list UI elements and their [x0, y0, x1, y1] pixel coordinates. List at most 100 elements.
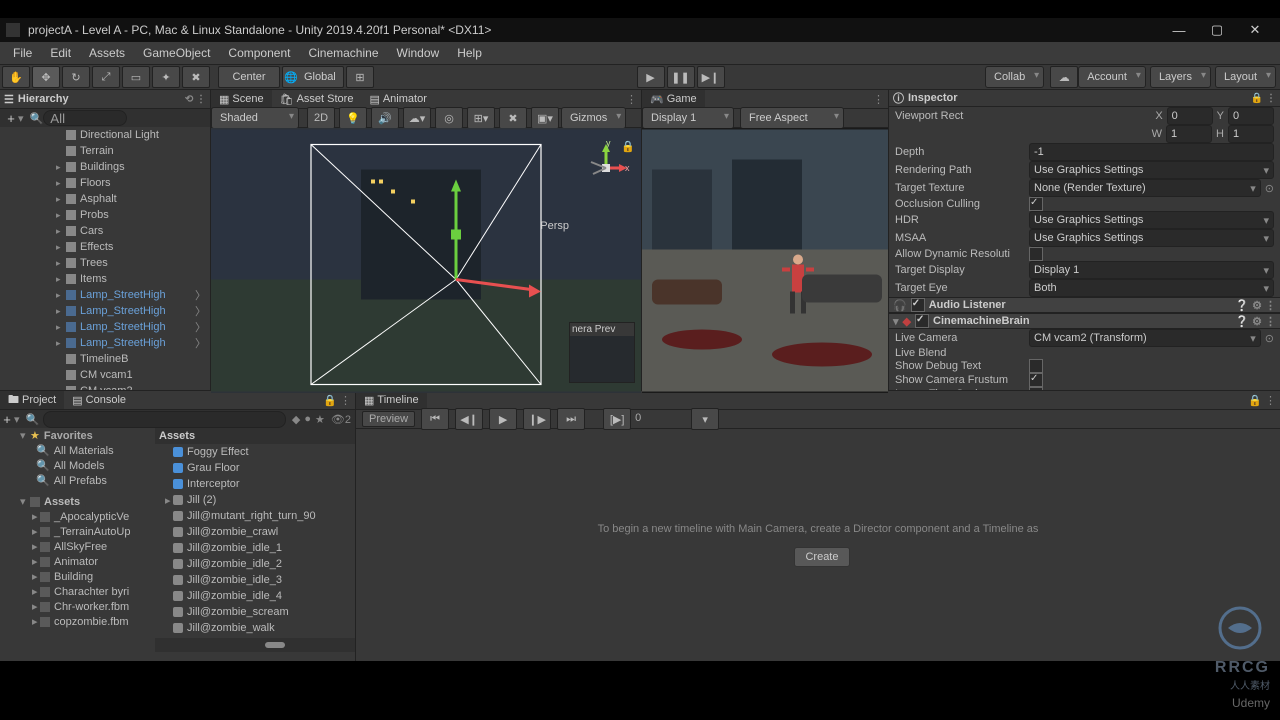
next-frame-icon[interactable]: ❙▶	[523, 408, 551, 430]
menu-file[interactable]: File	[4, 43, 41, 63]
list-item[interactable]: 🔍All Prefabs	[0, 473, 155, 488]
frame-field[interactable]: 0	[635, 412, 685, 426]
hierarchy-list[interactable]: Directional LightTerrain▸Buildings▸Floor…	[0, 127, 210, 390]
project-create-dropdown[interactable]: +	[0, 412, 14, 427]
live-camera-field[interactable]: CM vcam2 (Transform)	[1029, 329, 1261, 347]
folder-item[interactable]: ▸_TerrainAutoUp	[0, 524, 155, 539]
close-button[interactable]: ✕	[1236, 20, 1274, 40]
asset-item[interactable]: Grau Floor	[155, 460, 355, 476]
goto-end-icon[interactable]: ⏭	[557, 408, 585, 430]
hierarchy-item[interactable]: CM vcam1	[0, 367, 210, 383]
menu-help[interactable]: Help	[448, 43, 491, 63]
folder-item[interactable]: ▸Charachter byri	[0, 584, 155, 599]
hidden-toggle-icon[interactable]: ◎	[435, 107, 463, 129]
persp-label[interactable]: Persp	[540, 220, 569, 232]
asset-item[interactable]: Jill@zombie_crawl	[155, 524, 355, 540]
asset-item[interactable]: Interceptor	[155, 476, 355, 492]
tab-animator[interactable]: ▤Animator	[361, 90, 434, 108]
lighting-toggle-icon[interactable]: 💡	[339, 107, 367, 129]
tab-game[interactable]: 🎮Game	[642, 90, 705, 108]
project-search-input[interactable]	[43, 411, 286, 428]
target-icon[interactable]: ⊙	[1265, 332, 1274, 345]
maximize-button[interactable]: ▢	[1198, 20, 1236, 40]
show-frustum-checkbox[interactable]	[1029, 373, 1043, 387]
twod-toggle[interactable]: 2D	[307, 107, 335, 129]
asset-item[interactable]: Jill@zombie_idle_4	[155, 588, 355, 604]
folder-item[interactable]: ▸AllSkyFree	[0, 539, 155, 554]
tab-timeline[interactable]: ▦Timeline	[356, 391, 427, 409]
panel-menu-icon[interactable]: ⋮	[869, 93, 888, 106]
viewport-x-field[interactable]: 0	[1167, 107, 1213, 125]
viewport-y-field[interactable]: 0	[1228, 107, 1274, 125]
rotate-tool-icon[interactable]: ↻	[62, 66, 90, 88]
hierarchy-search-input[interactable]	[43, 110, 127, 126]
viewport-w-field[interactable]: 1	[1166, 125, 1212, 143]
asset-item[interactable]: ▸Jill (2)	[155, 492, 355, 508]
snap-toggle[interactable]: ⊞	[346, 66, 374, 88]
hierarchy-item[interactable]: ▸Asphalt	[0, 191, 210, 207]
scene-gizmo[interactable]: y x 🔒	[581, 138, 631, 188]
filter-icon[interactable]: ●	[302, 413, 313, 425]
asset-item[interactable]: Jill@zombie_idle_2	[155, 556, 355, 572]
target-display-dropdown[interactable]: Display 1	[1029, 261, 1274, 279]
pivot-toggle[interactable]: Center	[218, 66, 280, 88]
hierarchy-item[interactable]: TimelineB	[0, 351, 210, 367]
hierarchy-item[interactable]: ▸Effects	[0, 239, 210, 255]
handle-rotation-toggle[interactable]: 🌐Global	[282, 66, 344, 88]
layers-dropdown[interactable]: Layers	[1150, 66, 1211, 88]
play-button[interactable]: ▶	[637, 66, 665, 88]
prev-frame-icon[interactable]: ◀❙	[455, 408, 483, 430]
assets-header[interactable]: ▾Assets	[0, 494, 155, 509]
hierarchy-item[interactable]: ▸Lamp_StreetHigh〉	[0, 335, 210, 351]
scale-tool-icon[interactable]: ⤢	[92, 66, 120, 88]
create-dropdown[interactable]: +	[4, 111, 18, 126]
hierarchy-item[interactable]: CM vcam2	[0, 383, 210, 390]
project-list[interactable]: Assets Foggy EffectGrau FloorInterceptor…	[155, 428, 355, 661]
step-button[interactable]: ▶❙	[697, 66, 725, 88]
panel-menu-icon[interactable]: 🔒 ⋮	[319, 394, 355, 407]
hierarchy-item[interactable]: Directional Light	[0, 127, 210, 143]
asset-item[interactable]: Jill@zombie_scream	[155, 604, 355, 620]
goto-start-icon[interactable]: ⏮	[421, 408, 449, 430]
cinemachine-brain-component[interactable]: ▾◆CinemachineBrain❔ ⚙ ⋮	[889, 313, 1280, 329]
range-icon[interactable]: [▶]	[603, 408, 631, 430]
collab-dropdown[interactable]: Collab	[985, 66, 1044, 88]
game-viewport[interactable]	[642, 128, 888, 393]
hierarchy-item[interactable]: ▸Lamp_StreetHigh〉	[0, 287, 210, 303]
display-dropdown[interactable]: Display 1	[642, 107, 734, 129]
audio-toggle-icon[interactable]: 🔊	[371, 107, 399, 129]
filter-icon[interactable]: ◆	[290, 413, 302, 426]
folder-item[interactable]: ▸Animator	[0, 554, 155, 569]
grid-toggle-icon[interactable]: ⊞▾	[467, 107, 495, 129]
hierarchy-item[interactable]: ▸Probs	[0, 207, 210, 223]
hierarchy-header[interactable]: ☰ Hierarchy ⟲ ⋮	[0, 90, 210, 109]
fx-toggle-icon[interactable]: ☁▾	[403, 107, 431, 129]
hierarchy-item[interactable]: ▸Buildings	[0, 159, 210, 175]
timeline-options-icon[interactable]: ▾	[691, 408, 719, 430]
folder-item[interactable]: ▸copzombie.fbm	[0, 614, 155, 629]
hierarchy-item[interactable]: ▸Lamp_StreetHigh〉	[0, 319, 210, 335]
rendering-path-dropdown[interactable]: Use Graphics Settings	[1029, 161, 1274, 179]
depth-field[interactable]: -1	[1029, 143, 1274, 161]
shading-mode-dropdown[interactable]: Shaded	[211, 107, 299, 129]
account-dropdown[interactable]: Account	[1078, 66, 1146, 88]
dynres-checkbox[interactable]	[1029, 247, 1043, 261]
hidden-icon[interactable]: 👁2	[327, 413, 355, 426]
panel-menu-icon[interactable]: 🔒 ⋮	[1244, 394, 1280, 407]
gizmos-dropdown[interactable]: Gizmos	[561, 107, 626, 129]
menu-component[interactable]: Component	[219, 43, 299, 63]
minimize-button[interactable]: —	[1160, 20, 1198, 40]
viewport-h-field[interactable]: 1	[1228, 125, 1274, 143]
panel-lock-icon[interactable]: ⟲ ⋮	[185, 94, 206, 105]
camera-preview[interactable]: nera Prev	[569, 322, 635, 383]
hierarchy-item[interactable]: Terrain	[0, 143, 210, 159]
ignore-time-checkbox[interactable]	[1029, 387, 1043, 390]
hierarchy-item[interactable]: ▸Cars	[0, 223, 210, 239]
transform-tool-icon[interactable]: ✦	[152, 66, 180, 88]
tab-asset-store[interactable]: 🛍Asset Store	[272, 90, 362, 108]
favorites-header[interactable]: ▾★Favorites	[0, 428, 155, 443]
preview-button[interactable]: Preview	[362, 411, 415, 427]
move-tool-icon[interactable]: ✥	[32, 66, 60, 88]
menu-cinemachine[interactable]: Cinemachine	[299, 43, 387, 63]
show-debug-checkbox[interactable]	[1029, 359, 1043, 373]
